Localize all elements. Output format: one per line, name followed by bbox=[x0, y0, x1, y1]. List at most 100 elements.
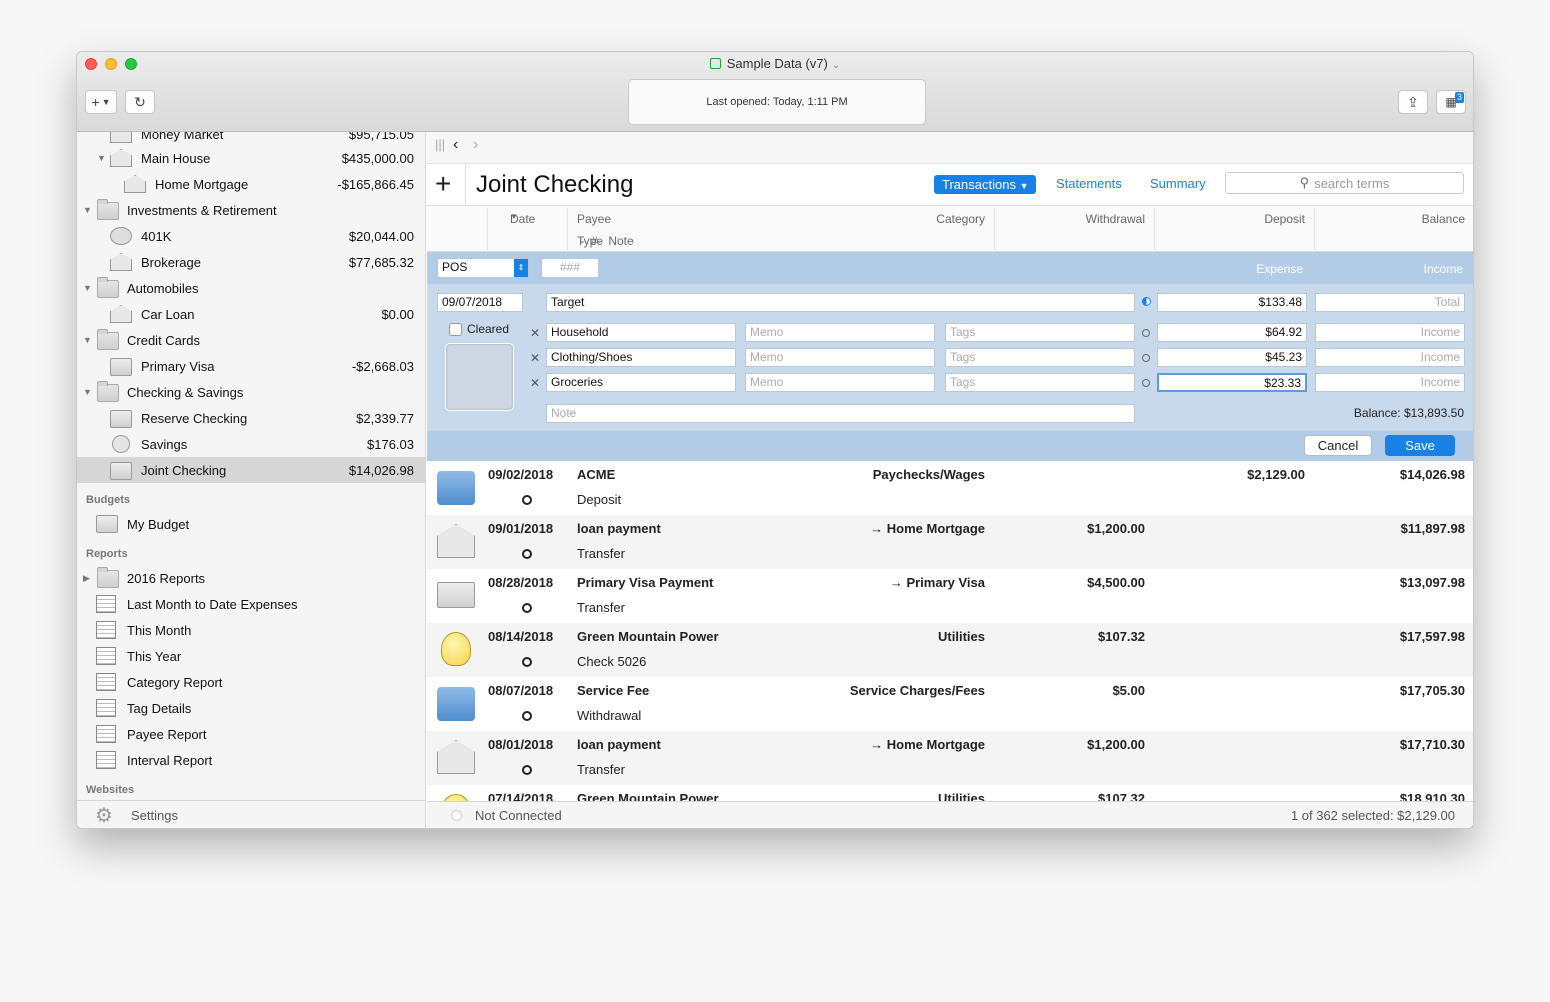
column-category[interactable]: Category bbox=[936, 212, 985, 226]
sidebar-item-401k[interactable]: 401K $20,044.00 bbox=[77, 223, 425, 249]
transaction-type-select[interactable]: POS ⇕ bbox=[437, 258, 529, 278]
split-category-field[interactable]: Groceries bbox=[546, 373, 736, 392]
income-total-field[interactable]: Total bbox=[1315, 293, 1465, 312]
status-circle-icon[interactable] bbox=[522, 657, 532, 667]
circle-icon[interactable] bbox=[1142, 379, 1150, 387]
inbox-button[interactable]: ▦ 3 bbox=[1436, 90, 1466, 114]
refresh-button[interactable]: ↻ bbox=[125, 90, 155, 114]
back-button[interactable]: ‹ bbox=[453, 136, 458, 154]
sidebar-item-car-loan[interactable]: Car Loan $0.00 bbox=[77, 301, 425, 327]
split-expense-field[interactable]: $64.92 bbox=[1157, 323, 1307, 342]
split-memo-field[interactable]: Memo bbox=[745, 373, 935, 392]
sidebar-group-credit-cards[interactable]: ▼ Credit Cards bbox=[77, 327, 425, 353]
column-withdrawal[interactable]: Withdrawal bbox=[1086, 212, 1145, 226]
disclosure-right-icon[interactable]: ▶ bbox=[83, 573, 90, 584]
status-circle-icon[interactable] bbox=[522, 549, 532, 559]
remove-split-icon[interactable]: ✕ bbox=[530, 351, 540, 365]
table-row[interactable]: 08/14/2018 Green Mountain Power Check 50… bbox=[427, 623, 1473, 677]
split-tags-field[interactable]: Tags bbox=[945, 348, 1135, 367]
add-transaction-button[interactable]: + bbox=[435, 168, 451, 200]
disclosure-down-icon[interactable]: ▼ bbox=[83, 283, 92, 293]
sidebar-item-home-mortgage[interactable]: Home Mortgage -$165,866.45 bbox=[77, 171, 425, 197]
split-memo-field[interactable]: Memo bbox=[745, 348, 935, 367]
column-payee[interactable]: Payee bbox=[577, 212, 611, 226]
share-button[interactable]: ⇪ bbox=[1398, 90, 1428, 114]
save-button[interactable]: Save bbox=[1385, 435, 1455, 456]
disclosure-down-icon[interactable]: ▼ bbox=[83, 387, 92, 397]
expense-total-field[interactable]: $133.48 bbox=[1157, 293, 1307, 312]
circle-icon[interactable] bbox=[1142, 329, 1150, 337]
split-expense-field[interactable]: $45.23 bbox=[1157, 348, 1307, 367]
table-row[interactable]: 08/07/2018 Service Fee Withdrawal Servic… bbox=[427, 677, 1473, 731]
payee-field[interactable]: Target bbox=[546, 293, 1135, 312]
add-menu-button[interactable]: + ▼ bbox=[85, 90, 117, 114]
table-row[interactable]: 09/01/2018 loan payment Transfer → Home … bbox=[427, 515, 1473, 569]
receipt-image-well[interactable] bbox=[445, 343, 514, 411]
status-circle-icon[interactable] bbox=[522, 711, 532, 721]
split-tags-field[interactable]: Tags bbox=[945, 373, 1135, 392]
sidebar-item-report[interactable]: This Month bbox=[77, 617, 425, 643]
status-circle-icon[interactable] bbox=[522, 765, 532, 775]
sidebar-item-report[interactable]: This Year bbox=[77, 643, 425, 669]
sidebar-item-savings[interactable]: Savings $176.03 bbox=[77, 431, 425, 457]
check-number-field[interactable]: ### bbox=[541, 258, 599, 278]
cancel-button[interactable]: Cancel bbox=[1304, 435, 1372, 456]
folder-icon bbox=[97, 277, 119, 298]
split-category-field[interactable]: Clothing/Shoes bbox=[546, 348, 736, 367]
split-tags-field[interactable]: Tags bbox=[945, 323, 1135, 342]
split-income-field[interactable]: Income bbox=[1315, 373, 1465, 392]
circle-icon[interactable] bbox=[1142, 354, 1150, 362]
status-circle-icon[interactable] bbox=[522, 495, 532, 505]
settings-button[interactable]: ⚙ Settings bbox=[77, 800, 425, 828]
half-circle-icon[interactable] bbox=[1142, 297, 1151, 306]
disclosure-down-icon[interactable]: ▼ bbox=[97, 153, 106, 163]
note-field[interactable]: Note bbox=[546, 404, 1135, 423]
table-row[interactable]: 08/28/2018 Primary Visa Payment Transfer… bbox=[427, 569, 1473, 623]
search-input[interactable]: ⚲ search terms bbox=[1225, 172, 1464, 194]
sidebar-group-automobiles[interactable]: ▼ Automobiles bbox=[77, 275, 425, 301]
sidebar-item-my-budget[interactable]: My Budget bbox=[77, 511, 425, 537]
sidebar-item-report[interactable]: Payee Report bbox=[77, 721, 425, 747]
sidebar-item-report[interactable]: Tag Details bbox=[77, 695, 425, 721]
remove-split-icon[interactable]: ✕ bbox=[530, 326, 540, 340]
sidebar-item-value: -$2,668.03 bbox=[351, 358, 414, 374]
table-row[interactable]: 09/02/2018 ACME Deposit Paychecks/Wages … bbox=[427, 461, 1473, 515]
cleared-checkbox[interactable] bbox=[449, 323, 462, 336]
sidebar-item-main-house[interactable]: ▼ Main House $435,000.00 bbox=[77, 145, 425, 171]
table-row[interactable]: 07/14/2018 Green Mountain Power Utilitie… bbox=[427, 785, 1473, 801]
tab-transactions[interactable]: Transactions ▼ bbox=[934, 175, 1037, 194]
column-deposit[interactable]: Deposit bbox=[1264, 212, 1305, 226]
sidebar-item-joint-checking[interactable]: Joint Checking $14,026.98 bbox=[77, 457, 425, 483]
remove-split-icon[interactable]: ✕ bbox=[530, 376, 540, 390]
table-report-icon bbox=[96, 725, 116, 743]
sidebar-item-2016-reports[interactable]: ▶ 2016 Reports bbox=[77, 565, 425, 591]
split-income-field[interactable]: Income bbox=[1315, 348, 1465, 367]
sidebar-item-report[interactable]: Last Month to Date Expenses bbox=[77, 591, 425, 617]
forward-button[interactable]: › bbox=[473, 136, 478, 154]
table-row[interactable]: 08/01/2018 loan payment Transfer → Home … bbox=[427, 731, 1473, 785]
tab-summary[interactable]: Summary bbox=[1150, 176, 1206, 191]
tab-statements[interactable]: Statements bbox=[1056, 176, 1122, 191]
disclosure-down-icon[interactable]: ▼ bbox=[83, 205, 92, 215]
sidebar-group-investments[interactable]: ▼ Investments & Retirement bbox=[77, 197, 425, 223]
sidebar-group-checking-savings[interactable]: ▼ Checking & Savings bbox=[77, 379, 425, 405]
sidebar-item-brokerage[interactable]: Brokerage $77,685.32 bbox=[77, 249, 425, 275]
sidebar-item-report[interactable]: Interval Report bbox=[77, 747, 425, 773]
split-memo-field[interactable]: Memo bbox=[745, 323, 935, 342]
drag-handle-icon[interactable]: ||| bbox=[435, 137, 445, 152]
split-expense-field-focused[interactable]: $23.33 bbox=[1157, 373, 1307, 392]
sidebar-item-primary-visa[interactable]: Primary Visa -$2,668.03 bbox=[77, 353, 425, 379]
chart-report-icon bbox=[96, 647, 116, 665]
date-field[interactable]: 09/07/2018 bbox=[437, 293, 523, 312]
status-circle-icon[interactable] bbox=[522, 603, 532, 613]
sidebar-item-report[interactable]: Category Report bbox=[77, 669, 425, 695]
window-title[interactable]: Sample Data (v7) ⌄ bbox=[77, 56, 1473, 71]
column-balance[interactable]: Balance bbox=[1422, 212, 1465, 226]
app-window: Sample Data (v7) ⌄ + ▼ ↻ Last opened: Toda… bbox=[76, 51, 1474, 829]
transaction-date: 07/14/2018 bbox=[488, 791, 554, 801]
sidebar-item-reserve-checking[interactable]: Reserve Checking $2,339.77 bbox=[77, 405, 425, 431]
split-category-field[interactable]: Household bbox=[546, 323, 736, 342]
folder-icon bbox=[97, 381, 119, 402]
disclosure-down-icon[interactable]: ▼ bbox=[83, 335, 92, 345]
split-income-field[interactable]: Income bbox=[1315, 323, 1465, 342]
